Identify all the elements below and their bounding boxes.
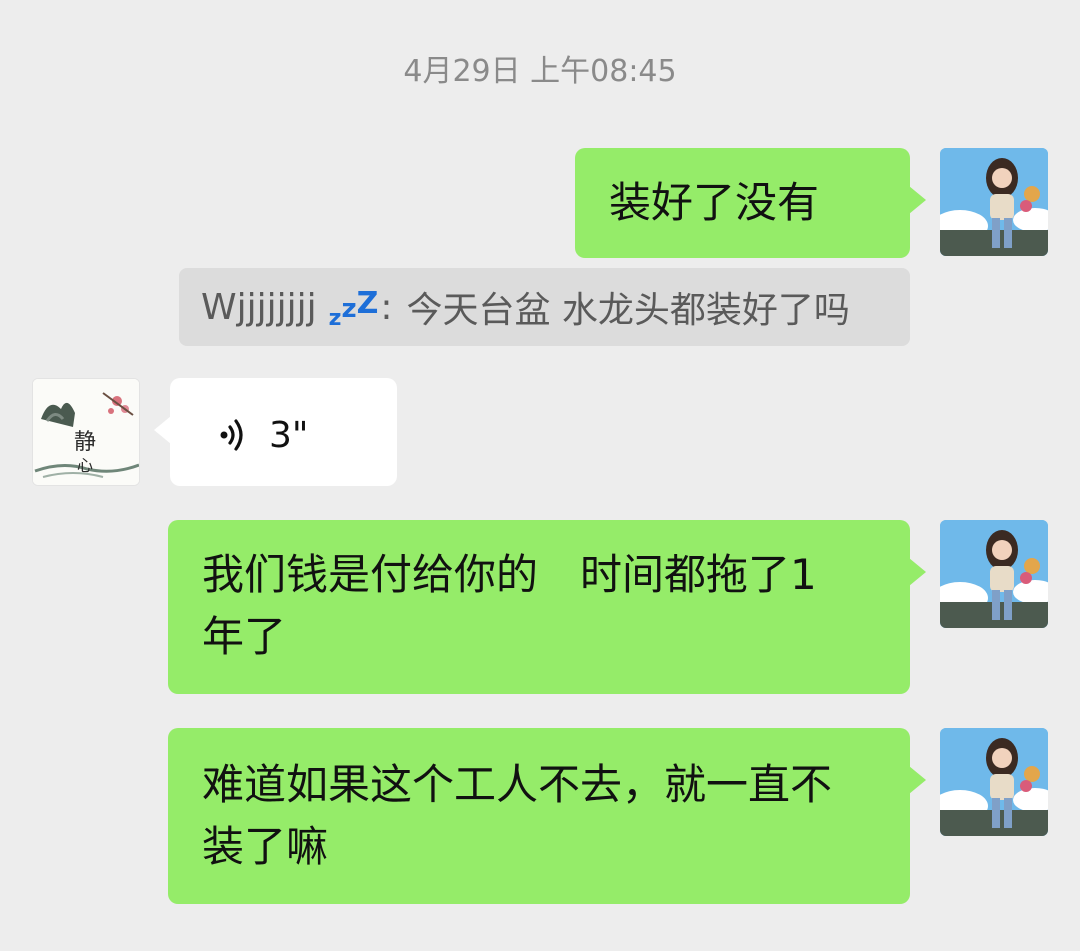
contact-avatar[interactable]: 静 心 xyxy=(32,378,140,486)
message-text: 装好了没有 xyxy=(609,178,820,227)
sleep-badge-icon: zzZ xyxy=(328,285,379,331)
message-bubble-sent[interactable]: 装好了没有 xyxy=(575,148,926,258)
message-text-line: 装了嘛 xyxy=(202,822,329,871)
bubble-tail xyxy=(909,558,926,586)
bubble-tail xyxy=(909,766,926,794)
voice-duration: 3" xyxy=(269,414,309,456)
self-avatar[interactable] xyxy=(940,148,1048,256)
message-text-line: 年了 xyxy=(202,612,287,661)
bubble-tail xyxy=(909,186,926,214)
message-text-line: 难道如果这个工人不去，就一直不 xyxy=(202,760,833,809)
message-bubble-sent[interactable]: 难道如果这个工人不去，就一直不 装了嘛 xyxy=(168,728,926,904)
quote-separator: : xyxy=(380,286,393,328)
bubble-tail xyxy=(154,416,171,444)
avatar-girl-icon xyxy=(940,520,1048,628)
quoted-message[interactable]: Wjjjjjjjj zzZ : 今天台盆 水龙头都装好了吗 xyxy=(179,268,910,346)
avatar-girl-icon xyxy=(940,728,1048,836)
quote-text: 今天台盆 水龙头都装好了吗 xyxy=(406,290,850,331)
ink-painting-icon: 静 心 xyxy=(33,379,139,485)
self-avatar[interactable] xyxy=(940,520,1048,628)
svg-text:心: 心 xyxy=(77,456,93,475)
svg-text:静: 静 xyxy=(74,430,96,455)
voice-wave-icon xyxy=(220,419,243,451)
quote-sender-name: Wjjjjjjjj xyxy=(201,286,317,328)
voice-message-content: 3" xyxy=(215,410,308,460)
message-text-line: 我们钱是付给你的 时间都拖了1 xyxy=(202,550,817,599)
message-bubble-sent[interactable]: 我们钱是付给你的 时间都拖了1 年了 xyxy=(168,520,926,694)
self-avatar[interactable] xyxy=(940,728,1048,836)
message-timestamp: 4月29日 上午08:45 xyxy=(403,54,677,89)
avatar-girl-icon xyxy=(940,148,1048,256)
